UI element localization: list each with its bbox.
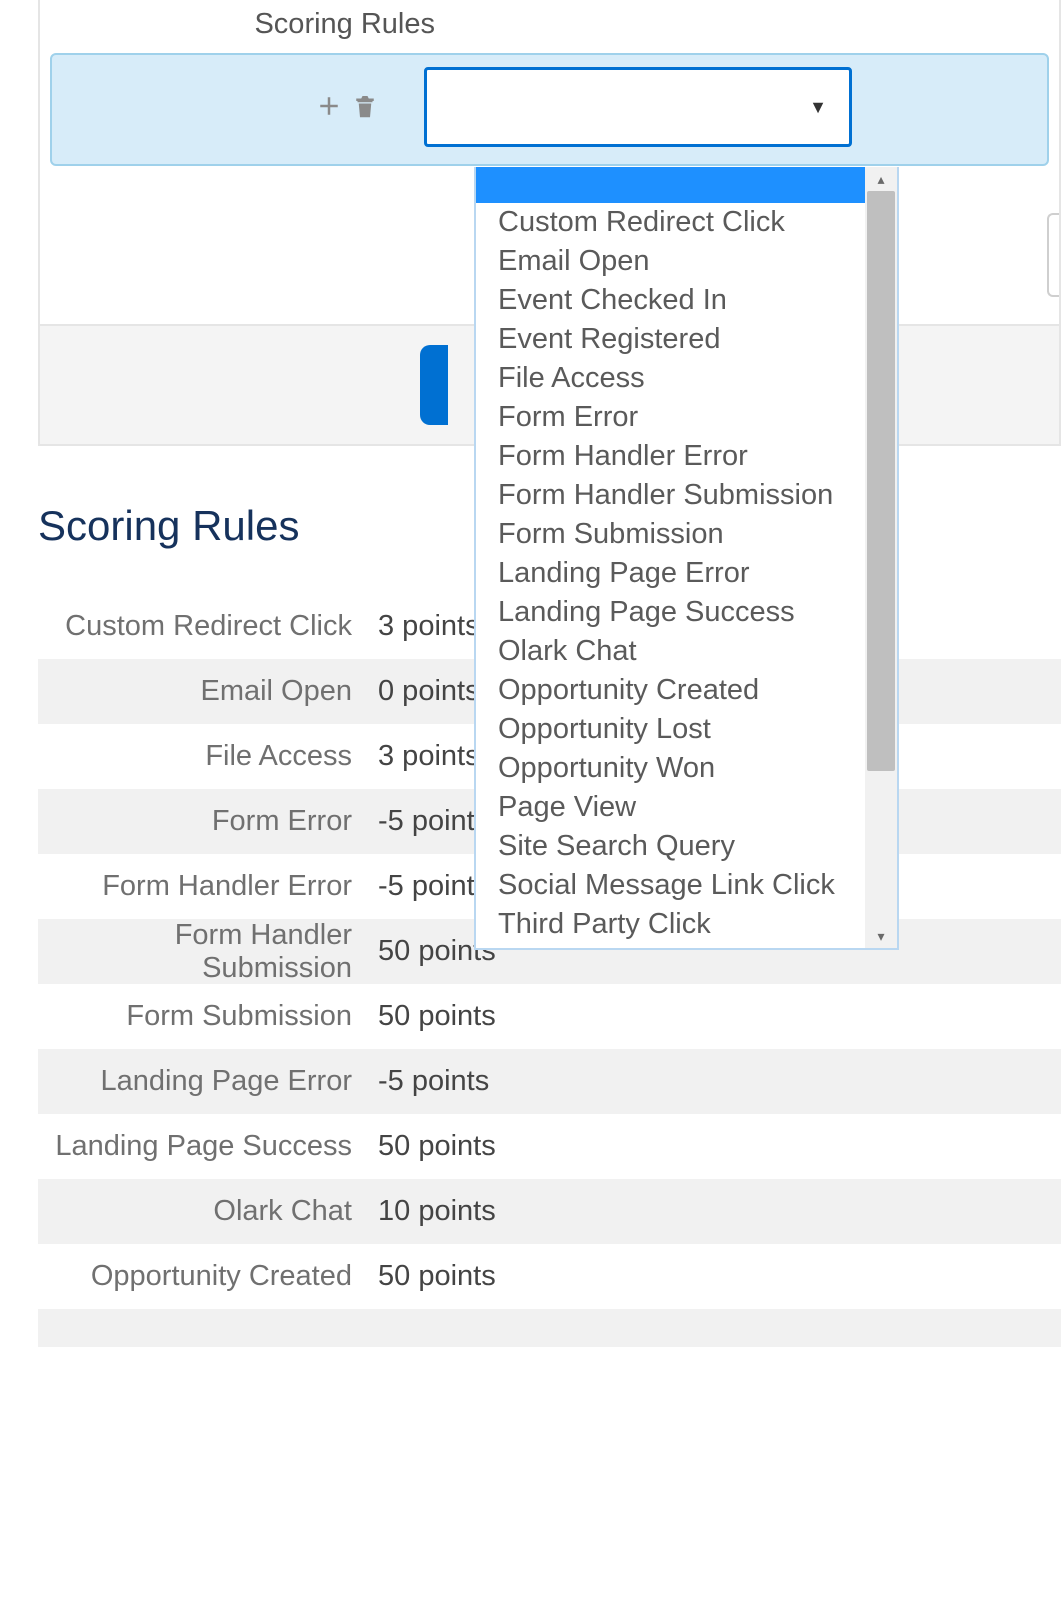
dropdown-option[interactable]: Form Submission — [476, 515, 865, 554]
chevron-down-icon: ▼ — [809, 97, 827, 118]
dropdown-option[interactable]: Event Checked In — [476, 281, 865, 320]
dropdown-option[interactable]: Email Open — [476, 242, 865, 281]
rule-label: Form Handler Submission — [38, 919, 378, 985]
dropdown-option[interactable]: Third Party Click — [476, 905, 865, 944]
table-row: Olark Chat 10 points — [38, 1179, 1061, 1244]
rule-value: -5 points — [378, 870, 489, 903]
add-rule-icon[interactable] — [314, 91, 344, 129]
rule-label: Landing Page Success — [38, 1130, 378, 1163]
dropdown-option[interactable]: Form Error — [476, 398, 865, 437]
table-row: Landing Page Error -5 points — [38, 1049, 1061, 1114]
rule-value: 50 points — [378, 1000, 496, 1033]
rule-value: 50 points — [378, 1130, 496, 1163]
dropdown-option[interactable]: Form Handler Submission — [476, 476, 865, 515]
rule-value: -5 points — [378, 1065, 489, 1098]
table-row: Form Submission 50 points — [38, 984, 1061, 1049]
scoring-rules-panel: Scoring Rules ▼ Custom Redirect Click Em… — [38, 0, 1061, 446]
rule-value: -5 points — [378, 805, 489, 838]
dropdown-option[interactable]: Social Message Link Click — [476, 866, 865, 905]
dropdown-option-blank[interactable] — [476, 167, 865, 203]
dropdown-option[interactable]: Event Registered — [476, 320, 865, 359]
rule-value: 10 points — [378, 1195, 496, 1228]
dropdown-option[interactable]: Landing Page Success — [476, 593, 865, 632]
delete-rule-icon[interactable] — [350, 91, 380, 129]
rule-type-dropdown: Custom Redirect Click Email Open Event C… — [474, 167, 899, 950]
table-row: Opportunity Created 50 points — [38, 1244, 1061, 1309]
dropdown-option[interactable]: Landing Page Error — [476, 554, 865, 593]
dropdown-option[interactable]: Custom Redirect Click — [476, 203, 865, 242]
scroll-thumb[interactable] — [867, 191, 895, 771]
rule-label: Form Submission — [38, 1000, 378, 1033]
dropdown-scrollbar[interactable]: ▴ ▾ — [865, 167, 897, 948]
rule-label: File Access — [38, 740, 378, 773]
rule-label: Email Open — [38, 675, 378, 708]
scroll-down-icon[interactable]: ▾ — [865, 924, 897, 948]
scroll-up-icon[interactable]: ▴ — [865, 167, 897, 191]
rule-label: Landing Page Error — [38, 1065, 378, 1098]
dropdown-option[interactable]: Opportunity Created — [476, 671, 865, 710]
table-row: Landing Page Success 50 points — [38, 1114, 1061, 1179]
rule-value: 50 points — [378, 1260, 496, 1293]
rule-row: ▼ — [50, 53, 1049, 166]
rule-label: Form Handler Error — [38, 870, 378, 903]
table-row — [38, 1309, 1061, 1347]
dropdown-option[interactable]: Site Search Query — [476, 827, 865, 866]
rule-label: Opportunity Created — [38, 1260, 378, 1293]
panel-label: Scoring Rules — [40, 8, 435, 41]
dropdown-option[interactable]: Opportunity Lost — [476, 710, 865, 749]
rule-label: Form Error — [38, 805, 378, 838]
partial-field — [1047, 213, 1059, 297]
rule-label: Olark Chat — [38, 1195, 378, 1228]
dropdown-option[interactable]: Page View — [476, 788, 865, 827]
rule-type-select[interactable]: ▼ — [424, 67, 852, 147]
dropdown-option[interactable]: Olark Chat — [476, 632, 865, 671]
dropdown-option[interactable]: Opportunity Won — [476, 749, 865, 788]
rule-value: 3 points — [378, 610, 480, 643]
rule-value: 0 points — [378, 675, 480, 708]
dropdown-option[interactable]: File Access — [476, 359, 865, 398]
primary-action-button[interactable] — [420, 345, 448, 425]
rule-value: 3 points — [378, 740, 480, 773]
dropdown-option[interactable]: Form Handler Error — [476, 437, 865, 476]
rule-label: Custom Redirect Click — [38, 610, 378, 643]
